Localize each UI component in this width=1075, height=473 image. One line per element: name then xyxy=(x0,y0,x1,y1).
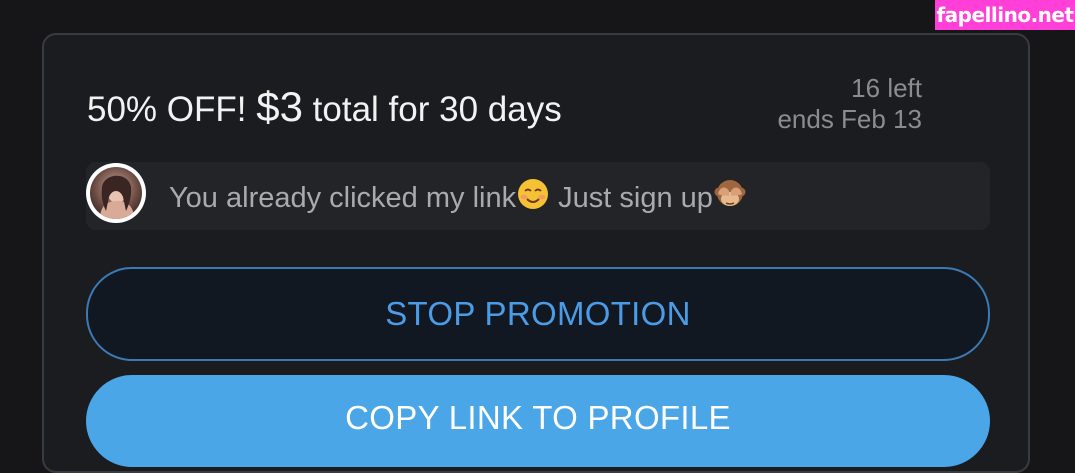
see-no-evil-monkey-icon xyxy=(713,177,747,211)
price-label: $3 xyxy=(256,83,303,130)
remaining-count: 16 left xyxy=(851,73,922,103)
message-text-part2: Just sign up xyxy=(550,182,713,214)
promotion-card: 50% OFF! $3 total for 30 days 16 left en… xyxy=(42,33,1030,473)
profile-avatar-icon xyxy=(90,167,142,219)
avatar[interactable] xyxy=(86,163,146,223)
end-date: ends Feb 13 xyxy=(777,104,922,134)
stop-promotion-button[interactable]: STOP PROMOTION xyxy=(86,267,990,361)
discount-label: 50% OFF! xyxy=(87,90,247,129)
message-text-part1: You already clicked my link xyxy=(169,182,517,214)
message-text: You already clicked my link Just sign up xyxy=(169,177,747,216)
duration-label: total for 30 days xyxy=(312,90,562,129)
offer-title: 50% OFF! $3 total for 30 days xyxy=(87,82,562,135)
offer-meta: 16 left ends Feb 13 xyxy=(777,73,922,135)
watermark-logo: fapellino.net xyxy=(935,0,1075,30)
smiling-face-icon xyxy=(516,177,550,211)
copy-link-button[interactable]: COPY LINK TO PROFILE xyxy=(86,375,990,467)
promotion-message: You already clicked my link Just sign up xyxy=(86,162,990,230)
